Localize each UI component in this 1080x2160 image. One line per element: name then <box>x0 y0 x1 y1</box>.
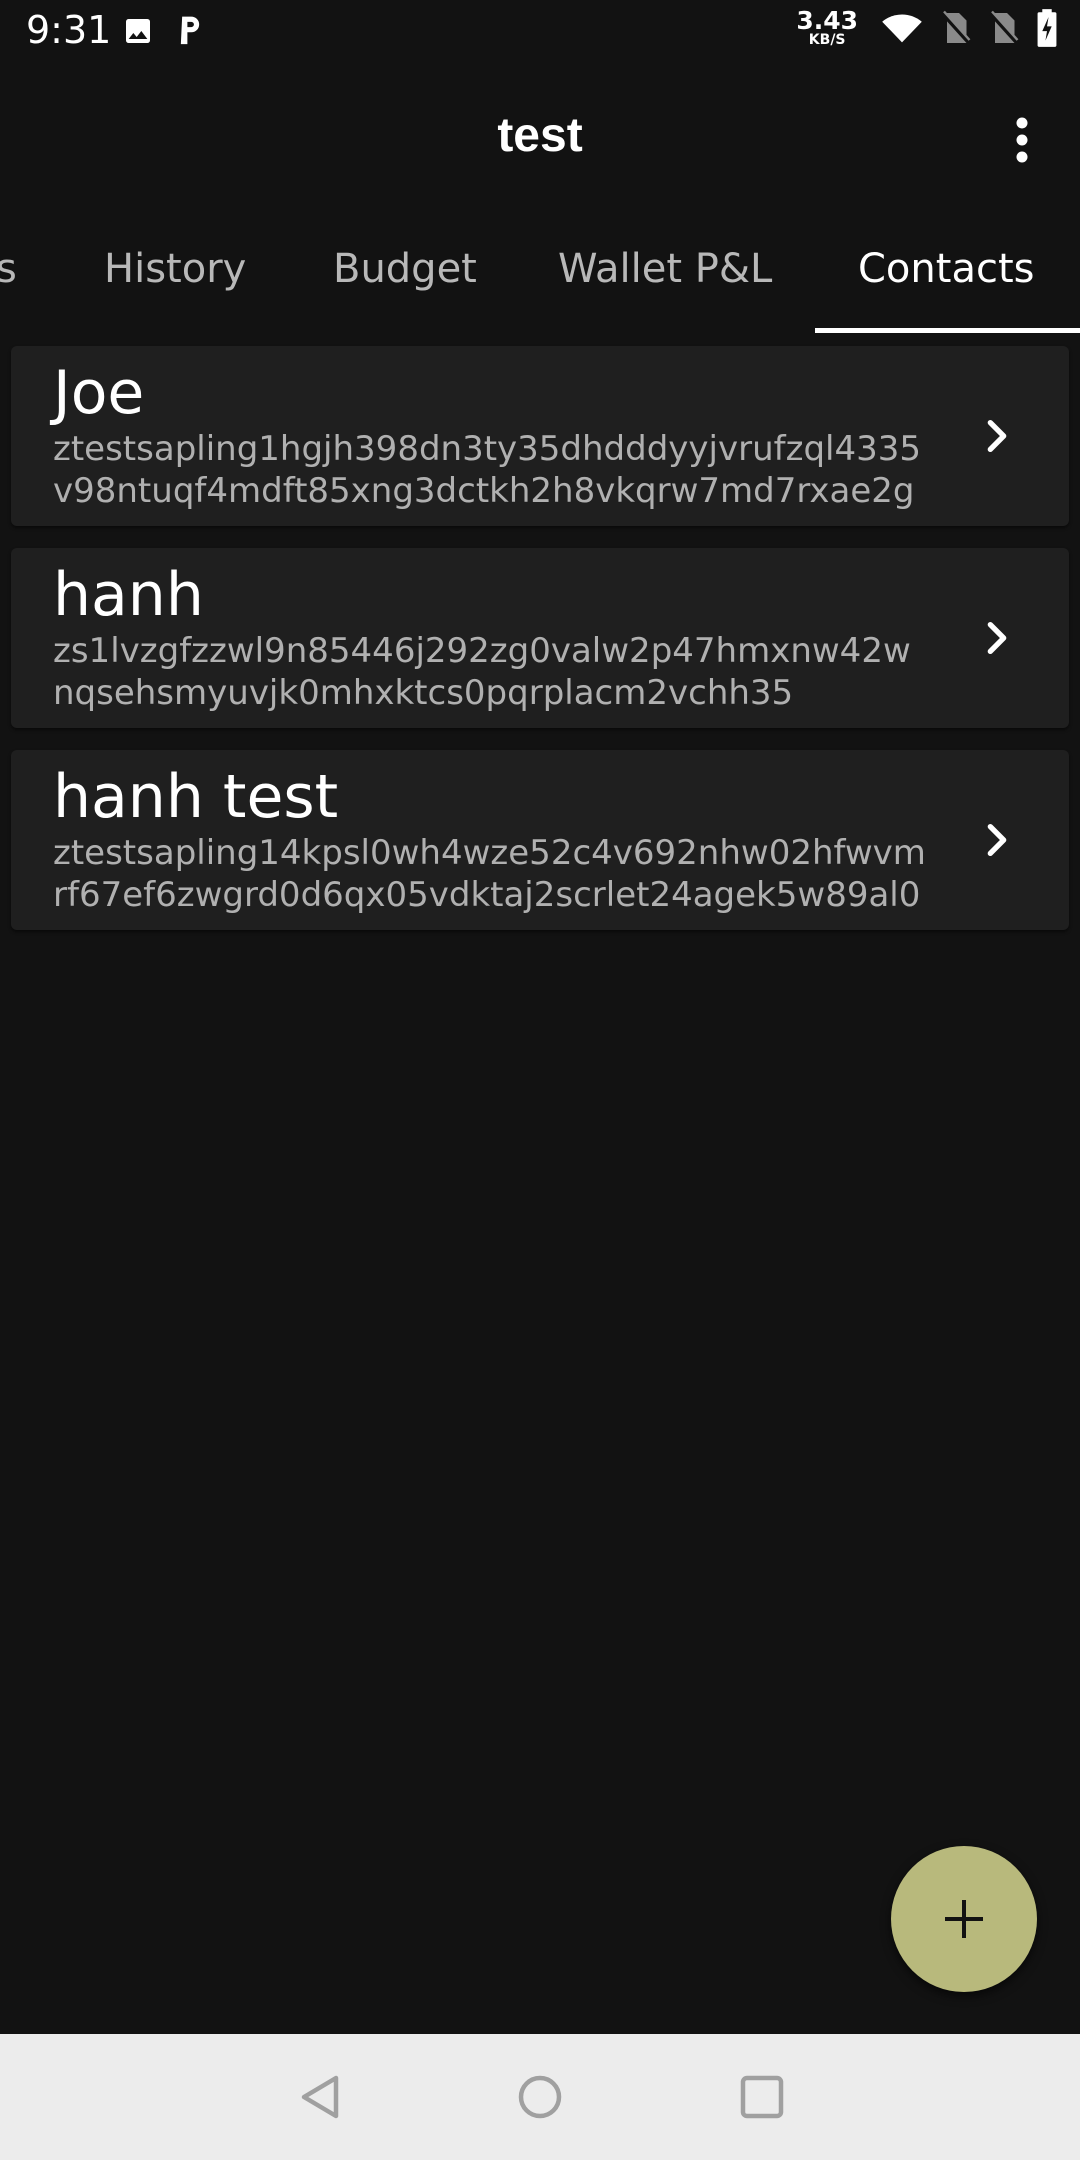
contact-card[interactable]: Joe ztestsapling1hgjh398dn3ty35dhdddyyjv… <box>11 346 1069 526</box>
contact-name: Joe <box>53 358 145 428</box>
back-icon[interactable] <box>296 2072 346 2122</box>
contact-list: Joe ztestsapling1hgjh398dn3ty35dhdddyyjv… <box>11 346 1069 952</box>
status-system-icons: 3.43 KB/S <box>796 8 1058 47</box>
contact-name: hanh <box>53 560 204 630</box>
status-bar: 9:31 3.43 KB/S <box>0 0 1080 64</box>
screen: 9:31 3.43 KB/S test s History Budget Wal… <box>0 0 1080 2160</box>
contact-card[interactable]: hanh zs1lvzgfzzwl9n85446j292zg0valw2p47h… <box>11 548 1069 728</box>
parking-icon <box>180 16 200 45</box>
home-icon[interactable] <box>515 2072 565 2122</box>
tab-history[interactable]: History <box>104 246 246 292</box>
no-sim-icon <box>988 10 1020 45</box>
tab-budget[interactable]: Budget <box>333 246 477 292</box>
tab-contacts[interactable]: Contacts <box>858 246 1034 292</box>
network-speed: 3.43 KB/S <box>796 8 858 47</box>
image-icon <box>126 19 150 43</box>
chevron-right-icon <box>987 420 1007 452</box>
battery-charging-icon <box>1037 8 1057 47</box>
recents-icon[interactable] <box>737 2072 787 2122</box>
more-vert-icon <box>1016 117 1028 163</box>
status-notification-icons <box>122 14 206 48</box>
network-speed-value: 3.43 <box>796 6 858 35</box>
contact-card[interactable]: hanh test ztestsapling14kpsl0wh4wze52c4v… <box>11 750 1069 930</box>
chevron-right-icon <box>987 824 1007 856</box>
contact-name: hanh test <box>53 762 339 832</box>
network-speed-unit: KB/S <box>808 32 846 48</box>
contact-address: ztestsapling1hgjh398dn3ty35dhdddyyjvrufz… <box>53 429 922 511</box>
status-time: 9:31 <box>26 8 112 52</box>
no-sim-icon <box>940 10 972 45</box>
system-nav-bar <box>0 2034 1080 2160</box>
app-bar: test <box>0 64 1080 212</box>
page-title: test <box>497 109 583 162</box>
more-options-button[interactable] <box>992 110 1052 170</box>
tab-bar: s History Budget Wallet P&L Contacts <box>0 212 1080 336</box>
wifi-icon <box>882 14 922 42</box>
contact-address: zs1lvzgfzzwl9n85446j292zg0valw2p47hmxnw4… <box>53 631 911 713</box>
tab-indicator <box>815 328 1080 333</box>
contact-address: ztestsapling14kpsl0wh4wze52c4v692nhw02hf… <box>53 833 926 915</box>
plus-icon <box>945 1900 983 1938</box>
add-contact-button[interactable] <box>891 1846 1037 1992</box>
chevron-right-icon <box>987 622 1007 654</box>
tab-accounts[interactable]: s <box>0 246 17 292</box>
tab-wallet-pl[interactable]: Wallet P&L <box>558 246 772 292</box>
